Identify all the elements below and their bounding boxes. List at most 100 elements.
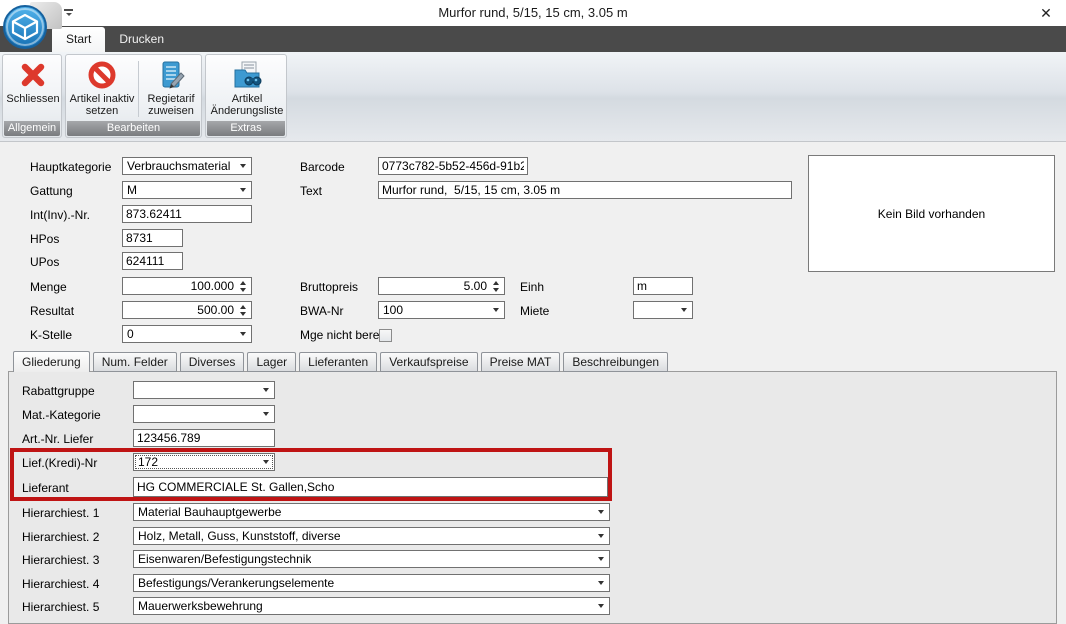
label-hierarchiest-4: Hierarchiest. 4: [22, 577, 99, 591]
ribbon-group-extras: Artikel Änderungsliste Extras: [205, 54, 287, 138]
tab-verkaufspreise[interactable]: Verkaufspreise: [380, 352, 477, 372]
artikel-inaktiv-setzen-label: Artikel inaktiv setzen: [67, 93, 137, 117]
label-miete: Miete: [520, 304, 549, 318]
tab-diverses[interactable]: Diverses: [180, 352, 245, 372]
field-rabattgruppe[interactable]: [133, 381, 275, 399]
field-einh[interactable]: [633, 277, 693, 295]
label-menge: Menge: [30, 280, 67, 294]
tab-lieferanten[interactable]: Lieferanten: [299, 352, 377, 372]
field-hierarchiest-5-value: Mauerwerksbewehrung: [138, 599, 263, 613]
field-lieferant[interactable]: [133, 477, 608, 497]
ribbon-group-extras-caption: Extras: [207, 121, 285, 136]
artikel-aenderungsliste-label: Artikel Änderungsliste: [206, 93, 288, 117]
field-hauptkategorie[interactable]: Verbrauchsmaterial: [122, 157, 252, 175]
field-bwa-nr[interactable]: 100: [378, 301, 505, 319]
field-hauptkategorie-value: Verbrauchsmaterial: [127, 159, 230, 173]
label-k-stelle: K-Stelle: [30, 328, 72, 342]
spinner-up-icon[interactable]: [240, 281, 246, 285]
tab-num-felder[interactable]: Num. Felder: [93, 352, 177, 372]
schliessen-button[interactable]: Schliessen: [3, 57, 63, 119]
dropdown-arrow-icon[interactable]: [489, 303, 503, 317]
field-art-nr-liefer[interactable]: [133, 429, 275, 447]
label-bruttopreis: Bruttopreis: [300, 280, 358, 294]
close-window-button[interactable]: ✕: [1034, 2, 1058, 24]
field-barcode[interactable]: [378, 157, 528, 175]
label-upos: UPos: [30, 255, 59, 269]
dropdown-arrow-icon[interactable]: [259, 383, 273, 397]
field-hpos[interactable]: [122, 229, 183, 247]
label-hauptkategorie: Hauptkategorie: [30, 160, 111, 174]
mge-nicht-berec-checkbox[interactable]: [379, 329, 392, 342]
label-barcode: Barcode: [300, 160, 345, 174]
field-hierarchiest-2[interactable]: Holz, Metall, Guss, Kunststoff, diverse: [133, 527, 610, 545]
label-art-nr-liefer: Art.-Nr. Liefer: [22, 432, 93, 446]
dropdown-arrow-icon[interactable]: [259, 407, 273, 421]
field-hierarchiest-2-value: Holz, Metall, Guss, Kunststoff, diverse: [138, 529, 341, 543]
field-hierarchiest-3-value: Eisenwaren/Befestigungstechnik: [138, 552, 311, 566]
tab-preise-mat[interactable]: Preise MAT: [481, 352, 561, 372]
dropdown-arrow-icon[interactable]: [594, 505, 608, 519]
label-hierarchiest-3: Hierarchiest. 3: [22, 553, 99, 567]
dropdown-arrow-icon[interactable]: [594, 576, 608, 590]
field-hierarchiest-4-value: Befestigungs/Verankerungselemente: [138, 576, 334, 590]
artikel-inaktiv-setzen-button[interactable]: Artikel inaktiv setzen: [67, 57, 137, 119]
field-bruttopreis[interactable]: 5.00: [378, 277, 505, 295]
dropdown-arrow-icon[interactable]: [236, 183, 250, 197]
spinner-down-icon[interactable]: [240, 312, 246, 316]
field-resultat[interactable]: 500.00: [122, 301, 252, 319]
field-bruttopreis-value: 5.00: [382, 279, 487, 293]
dropdown-arrow-icon[interactable]: [236, 159, 250, 173]
field-upos[interactable]: [122, 252, 183, 270]
label-hierarchiest-5: Hierarchiest. 5: [22, 600, 99, 614]
dropdown-arrow-icon[interactable]: [677, 303, 691, 317]
no-entry-icon: [86, 59, 118, 91]
folder-binoculars-icon: [231, 59, 263, 91]
artikel-aenderungsliste-button[interactable]: Artikel Änderungsliste: [206, 57, 288, 119]
field-gattung[interactable]: M: [122, 181, 252, 199]
dropdown-arrow-icon[interactable]: [594, 529, 608, 543]
spinner-down-icon[interactable]: [240, 288, 246, 292]
field-mat-kategorie[interactable]: [133, 405, 275, 423]
ribbon-tab-bar: Start Drucken: [0, 26, 1066, 52]
field-hierarchiest-1[interactable]: Material Bauhauptgewerbe: [133, 503, 610, 521]
ribbon-tab-drucken[interactable]: Drucken: [105, 27, 178, 52]
field-gattung-value: M: [127, 183, 137, 197]
tab-gliederung[interactable]: Gliederung: [13, 351, 90, 372]
app-logo-icon[interactable]: [2, 4, 48, 50]
label-int-inv-nr: Int(Inv).-Nr.: [30, 208, 90, 222]
field-k-stelle[interactable]: 0: [122, 325, 252, 343]
spinner-down-icon[interactable]: [493, 288, 499, 292]
label-mat-kategorie: Mat.-Kategorie: [22, 408, 101, 422]
field-text[interactable]: [378, 181, 792, 199]
label-bwa-nr: BWA-Nr: [300, 304, 344, 318]
tab-beschreibungen[interactable]: Beschreibungen: [563, 352, 668, 372]
field-lief-kredi-nr[interactable]: 172: [133, 453, 275, 471]
ribbon-group-bearbeiten-caption: Bearbeiten: [67, 121, 200, 136]
field-hierarchiest-5[interactable]: Mauerwerksbewehrung: [133, 597, 610, 615]
field-int-inv-nr[interactable]: [122, 205, 252, 223]
dropdown-arrow-icon[interactable]: [594, 552, 608, 566]
label-einh: Einh: [520, 280, 544, 294]
label-hpos: HPos: [30, 232, 59, 246]
spinner-up-icon[interactable]: [240, 305, 246, 309]
regietarif-zuweisen-button[interactable]: Regietarif zuweisen: [140, 57, 202, 119]
label-mge-nicht-berec: Mge nicht berec: [300, 328, 385, 342]
window-title: Murfor rund, 5/15, 15 cm, 3.05 m: [0, 5, 1066, 20]
spinner-up-icon[interactable]: [493, 281, 499, 285]
image-placeholder: Kein Bild vorhanden: [808, 155, 1055, 272]
dropdown-arrow-icon[interactable]: [236, 327, 250, 341]
tab-lager[interactable]: Lager: [247, 352, 296, 372]
field-menge[interactable]: 100.000: [122, 277, 252, 295]
spinner-icons: [237, 302, 249, 318]
field-hierarchiest-4[interactable]: Befestigungs/Verankerungselemente: [133, 574, 610, 592]
label-rabattgruppe: Rabattgruppe: [22, 384, 95, 398]
spinner-icons: [490, 278, 502, 294]
field-miete[interactable]: [633, 301, 693, 319]
dropdown-arrow-icon[interactable]: [594, 599, 608, 613]
label-gattung: Gattung: [30, 184, 73, 198]
notebook-pencil-icon: [155, 59, 187, 91]
ribbon: Schliessen Allgemein Artikel inaktiv set…: [0, 52, 1066, 142]
dropdown-arrow-icon[interactable]: [259, 455, 273, 469]
field-hierarchiest-3[interactable]: Eisenwaren/Befestigungstechnik: [133, 550, 610, 568]
ribbon-tab-start[interactable]: Start: [52, 27, 105, 52]
